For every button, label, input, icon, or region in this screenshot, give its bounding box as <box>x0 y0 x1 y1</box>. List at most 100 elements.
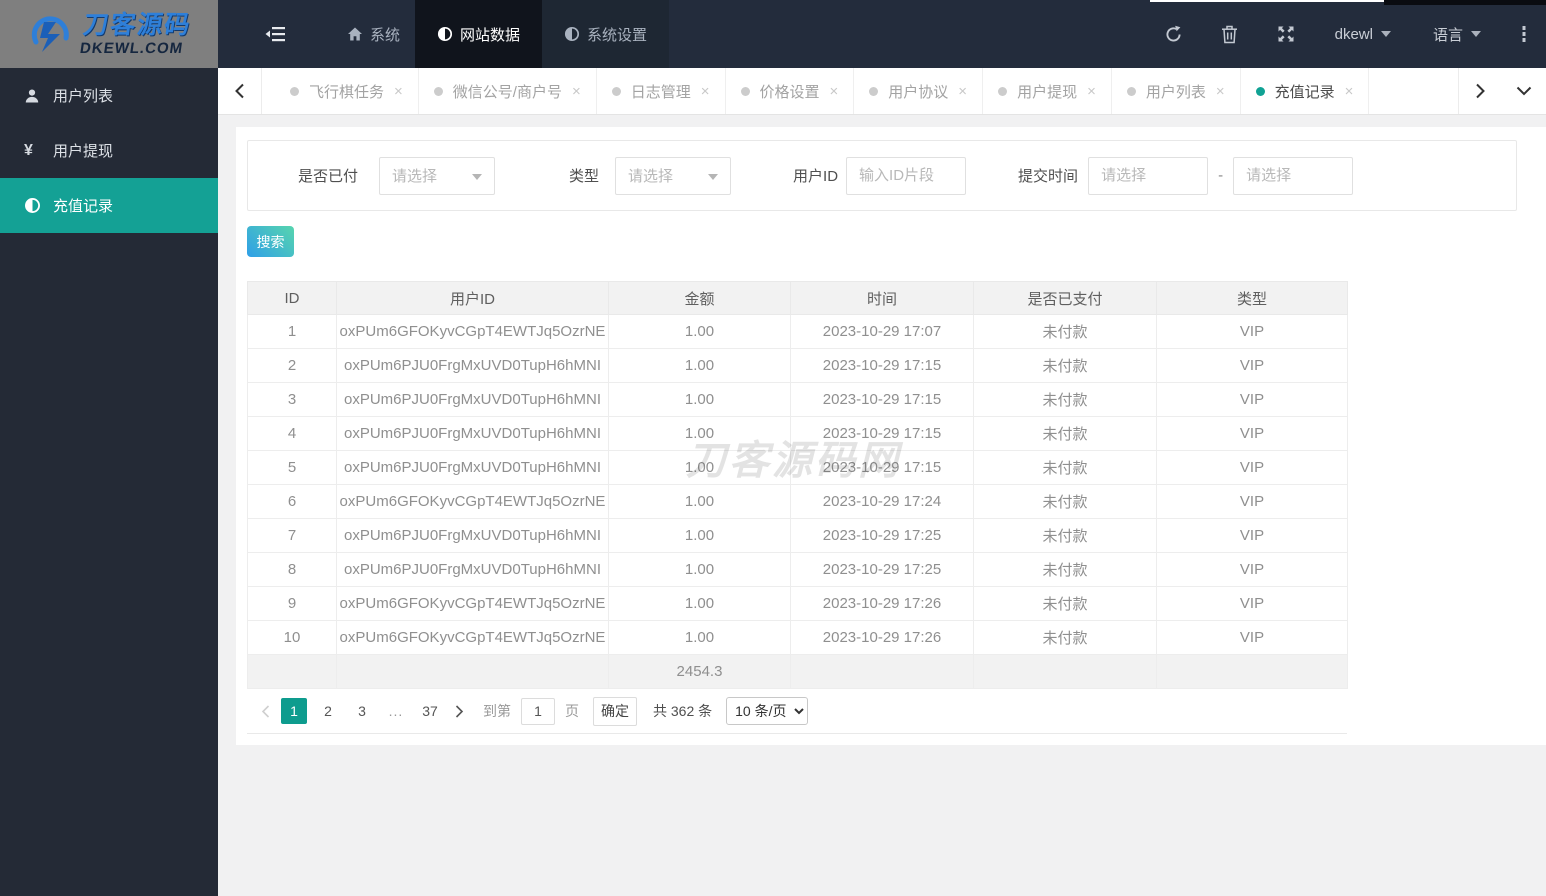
tab-close-icon[interactable]: × <box>1345 84 1354 99</box>
language-menu[interactable]: 语言 <box>1412 0 1502 68</box>
sidebar-item-recharge-records[interactable]: 充值记录 <box>0 178 218 233</box>
chevron-down-icon <box>1516 86 1532 96</box>
paid-filter-select[interactable]: 请选择 <box>379 156 496 195</box>
tabs-collapse-button[interactable] <box>1502 68 1546 114</box>
cell-amount: 1.00 <box>608 314 791 349</box>
filter-bar: 是否已付 请选择 类型 请选择 用户ID 提交时间 - <box>247 140 1517 211</box>
time-filter-label: 提交时间 <box>1018 168 1079 185</box>
page-button[interactable]: 3 <box>349 698 375 724</box>
user-menu[interactable]: dkewl <box>1314 0 1412 68</box>
cell-id: 3 <box>247 382 337 417</box>
tab-close-icon[interactable]: × <box>1087 84 1096 99</box>
half-circle-icon <box>24 197 46 214</box>
chevron-down-icon <box>1471 31 1481 37</box>
nav-item-site-data[interactable]: 网站数据 <box>415 0 543 68</box>
table-row: 8 oxPUm6PJU0FrgMxUVD0TupH6hMNI 1.00 2023… <box>247 552 1348 587</box>
cell-userid: oxPUm6PJU0FrgMxUVD0TupH6hMNI <box>336 450 609 485</box>
tab-close-icon[interactable]: × <box>1216 84 1225 99</box>
tab[interactable]: 充值记录 × <box>1240 68 1370 114</box>
total-count: 共 362 条 <box>653 703 713 719</box>
tab-status-dot-icon <box>433 86 443 96</box>
sidebar-item-user-list[interactable]: 用户列表 <box>0 68 218 123</box>
tab-close-icon[interactable]: × <box>394 84 403 99</box>
cell-type: VIP <box>1156 586 1348 621</box>
page-button[interactable]: 1 <box>281 698 307 724</box>
tab-label: 用户提现 <box>1017 83 1078 101</box>
time-to-input[interactable] <box>1233 156 1354 195</box>
confirm-page-button[interactable]: 确定 <box>593 696 637 726</box>
select-placeholder: 请选择 <box>628 168 674 185</box>
clear-cache-button[interactable] <box>1202 0 1258 68</box>
sidebar-item-withdrawals[interactable]: ¥ 用户提现 <box>0 123 218 178</box>
page-size-select[interactable]: 10 条/页 <box>726 697 809 725</box>
col-header-time: 时间 <box>790 281 974 315</box>
nav-item-label: 系统 <box>370 26 401 44</box>
refresh-button[interactable] <box>1146 0 1202 68</box>
half-circle-icon <box>437 26 453 42</box>
cell-type: VIP <box>1156 484 1348 519</box>
app-logo[interactable]: 刀客源码 DKEWL.COM <box>0 0 218 68</box>
tab-close-icon[interactable]: × <box>701 84 710 99</box>
page-button[interactable]: 2 <box>315 698 341 724</box>
tab-status-dot-icon <box>998 86 1008 96</box>
cell-time: 2023-10-29 17:07 <box>790 314 974 349</box>
time-from-input[interactable] <box>1088 156 1209 195</box>
chevron-left-icon <box>235 83 244 99</box>
cell-userid: oxPUm6GFOKyvCGpT4EWTJq5OzrNE <box>336 586 609 621</box>
cell-time: 2023-10-29 17:26 <box>790 620 974 655</box>
page-button[interactable]: 37 <box>417 698 443 724</box>
cell-type: VIP <box>1156 416 1348 451</box>
col-header-type: 类型 <box>1156 281 1348 315</box>
tab[interactable]: 日志管理 × <box>596 68 726 114</box>
chevron-down-icon <box>472 173 483 180</box>
tabs-scroll-right-button[interactable] <box>1458 68 1502 114</box>
menu-fold-icon <box>265 27 285 42</box>
summary-empty <box>973 654 1157 689</box>
cell-amount: 1.00 <box>608 586 791 621</box>
tab[interactable]: 用户协议 × <box>854 68 984 114</box>
cell-id: 8 <box>247 552 337 587</box>
sidebar-fold-button[interactable] <box>218 0 332 68</box>
open-tabs: 飞行棋任务 × 微信公号/商户号 × 日志管理 × 价格设置 × 用户协议 × … <box>275 68 1370 114</box>
cell-time: 2023-10-29 17:25 <box>790 518 974 553</box>
tab-label: 微信公号/商户号 <box>452 83 562 101</box>
next-page-button[interactable] <box>447 698 471 724</box>
tab[interactable]: 飞行棋任务 × <box>275 68 419 114</box>
more-menu-button[interactable] <box>1502 0 1546 68</box>
search-button[interactable]: 搜索 <box>247 226 294 257</box>
sidebar-item-label: 用户提现 <box>53 143 114 160</box>
cell-time: 2023-10-29 17:25 <box>790 552 974 587</box>
tab[interactable]: 价格设置 × <box>725 68 855 114</box>
cell-userid: oxPUm6PJU0FrgMxUVD0TupH6hMNI <box>336 382 609 417</box>
nav-item-settings[interactable]: 系统设置 <box>542 0 670 68</box>
tab-close-icon[interactable]: × <box>572 84 581 99</box>
cell-id: 10 <box>247 620 337 655</box>
tab-status-dot-icon <box>740 86 750 96</box>
tab[interactable]: 微信公号/商户号 × <box>418 68 597 114</box>
cell-id: 9 <box>247 586 337 621</box>
cell-type: VIP <box>1156 450 1348 485</box>
tab-close-icon[interactable]: × <box>830 84 839 99</box>
tabs-scroll-left-button[interactable] <box>218 68 262 114</box>
logo-icon <box>31 16 69 52</box>
page-button[interactable]: ... <box>383 698 409 724</box>
table-row: 9 oxPUm6GFOKyvCGpT4EWTJq5OzrNE 1.00 2023… <box>247 586 1348 621</box>
tab-label: 用户协议 <box>888 83 949 101</box>
yen-icon: ¥ <box>24 141 33 159</box>
nav-item-system[interactable]: 系统 <box>332 0 415 68</box>
userid-input[interactable] <box>846 156 967 195</box>
type-filter-select[interactable]: 请选择 <box>615 156 732 195</box>
cell-paid: 未付款 <box>973 620 1157 655</box>
goto-page-input[interactable] <box>521 697 555 725</box>
cell-amount: 1.00 <box>608 620 791 655</box>
prev-page-button[interactable] <box>253 698 277 724</box>
tab-label: 充值记录 <box>1274 83 1335 101</box>
fullscreen-button[interactable] <box>1258 0 1314 68</box>
tab[interactable]: 用户提现 × <box>983 68 1112 114</box>
tab-close-icon[interactable]: × <box>958 84 967 99</box>
tab-label: 用户列表 <box>1145 83 1206 101</box>
table-row: 3 oxPUm6PJU0FrgMxUVD0TupH6hMNI 1.00 2023… <box>247 382 1348 417</box>
tab[interactable]: 用户列表 × <box>1111 68 1241 114</box>
tabbar: 飞行棋任务 × 微信公号/商户号 × 日志管理 × 价格设置 × 用户协议 × … <box>218 68 1546 115</box>
cell-type: VIP <box>1156 518 1348 553</box>
